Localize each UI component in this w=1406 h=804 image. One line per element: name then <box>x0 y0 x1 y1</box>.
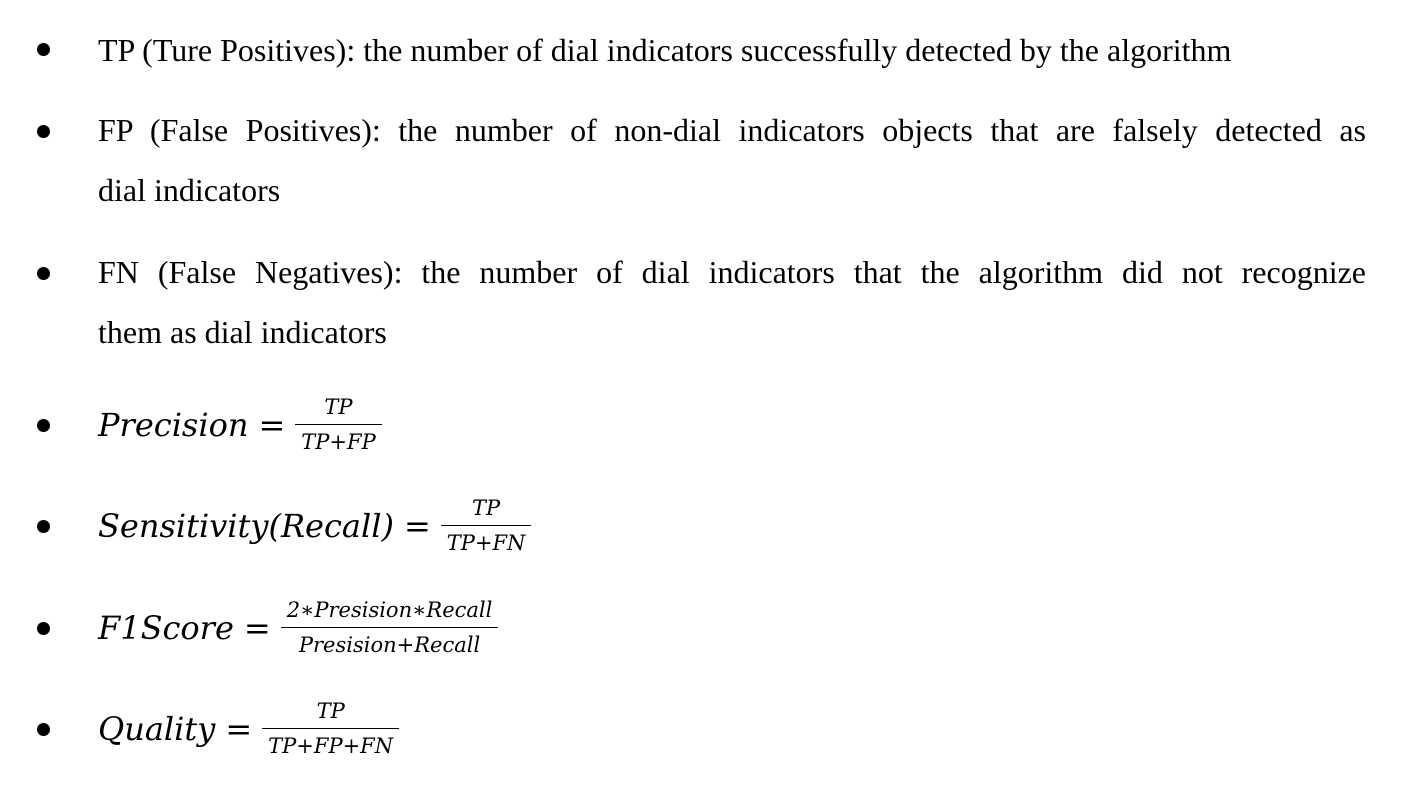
fraction-numerator: TP <box>472 495 501 520</box>
equals-sign: = <box>243 609 271 647</box>
fraction: TP TP+FP+FN <box>262 698 400 759</box>
formula-lhs: Precision <box>98 406 249 444</box>
fraction-numerator: 2∗Presision∗Recall <box>286 597 493 622</box>
equals-sign: = <box>403 507 431 545</box>
definition-line: FN (False Negatives): the number of dial… <box>98 254 1366 290</box>
fraction-denominator: TP+FP <box>301 430 376 455</box>
equals-sign: = <box>225 710 253 748</box>
bullet-icon <box>37 267 50 280</box>
definition-line: them as dial indicators <box>98 314 387 350</box>
bullet-icon <box>37 520 50 533</box>
formula-lhs: Quality <box>98 710 216 748</box>
fraction: TP TP+FP <box>295 394 382 455</box>
fraction-denominator: Presision+Recall <box>298 633 481 658</box>
f1score-formula: F1Score = 2∗Presision∗Recall Presision+R… <box>98 593 499 663</box>
definition-line: dial indicators <box>98 172 281 208</box>
precision-formula: Precision = TP TP+FP <box>98 390 382 460</box>
document-page: TP (Ture Positives): the number of dial … <box>0 0 1406 804</box>
definition-text: FP (False Positives): the number of non-… <box>98 100 1366 220</box>
bullet-icon <box>37 622 50 635</box>
sensitivity-formula: Sensitivity(Recall) = TP TP+FN <box>98 491 532 561</box>
fraction: 2∗Presision∗Recall Presision+Recall <box>280 597 499 658</box>
fraction: TP TP+FN <box>440 495 532 556</box>
formula-lhs: Sensitivity(Recall) <box>98 507 394 545</box>
bullet-icon <box>37 43 50 56</box>
definition-text: FN (False Negatives): the number of dial… <box>98 242 1366 362</box>
definition-text: TP (Ture Positives): the number of dial … <box>98 20 1366 80</box>
bullet-icon <box>37 125 50 138</box>
definition-line: FP (False Positives): the number of non-… <box>98 112 1366 148</box>
equals-sign: = <box>258 406 286 444</box>
fraction-denominator: TP+FP+FN <box>268 734 394 759</box>
fraction-denominator: TP+FN <box>446 531 526 556</box>
quality-formula: Quality = TP TP+FP+FN <box>98 694 400 764</box>
bullet-icon <box>37 723 50 736</box>
fraction-numerator: TP <box>324 394 353 419</box>
bullet-icon <box>37 419 50 432</box>
formula-lhs: F1Score <box>98 609 234 647</box>
fraction-numerator: TP <box>316 698 345 723</box>
definition-line: TP (Ture Positives): the number of dial … <box>98 32 1232 68</box>
